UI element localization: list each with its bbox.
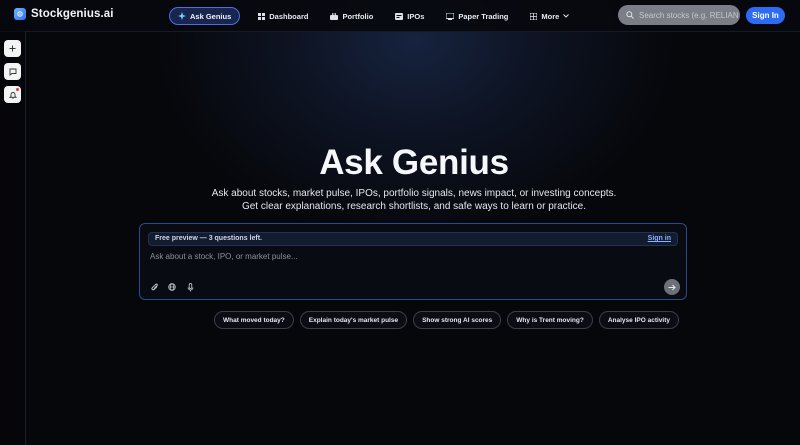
free-preview-banner: Free preview — 3 questions left. Sign in (148, 232, 678, 246)
nav-portfolio[interactable]: Portfolio (324, 8, 379, 24)
suggestion-chip[interactable]: Analyse IPO activity (598, 311, 679, 329)
page-title: Ask Genius (319, 143, 509, 182)
nav-paper-trading[interactable]: Paper Trading (440, 8, 514, 24)
chevron-down-icon (563, 14, 570, 18)
globe-icon (168, 283, 176, 291)
suggestion-chips: What moved today? Explain today's market… (214, 311, 679, 329)
send-button[interactable] (664, 279, 680, 295)
nav-more[interactable]: More (524, 8, 575, 24)
ipo-icon (395, 12, 404, 20)
notifications-button[interactable] (4, 86, 21, 103)
brain-logo-icon (14, 8, 26, 20)
search-icon (626, 11, 634, 19)
briefcase-icon (330, 12, 339, 20)
sign-in-button[interactable]: Sign In (746, 7, 785, 24)
monitor-icon (446, 12, 455, 20)
suggestion-chip[interactable]: Why is Trent moving? (507, 311, 593, 329)
new-chat-button[interactable] (4, 40, 21, 57)
ask-box: Free preview — 3 questions left. Sign in (139, 223, 687, 300)
search-input[interactable] (639, 10, 739, 20)
left-rail (0, 31, 26, 445)
attach-button[interactable] (150, 282, 160, 292)
apps-icon (530, 12, 538, 20)
chats-button[interactable] (4, 63, 21, 80)
grid-icon (258, 12, 266, 20)
brand[interactable]: Stockgenius.ai (14, 8, 114, 20)
nav-ipos[interactable]: IPOs (389, 8, 430, 24)
sparkle-icon (178, 12, 186, 20)
suggestion-chip[interactable]: What moved today? (214, 311, 294, 329)
bell-icon (8, 91, 17, 99)
nav-dashboard[interactable]: Dashboard (252, 8, 314, 24)
suggestion-chip[interactable]: Show strong AI scores (413, 311, 502, 329)
microphone-icon (187, 282, 193, 291)
ask-input[interactable] (150, 252, 650, 261)
nav-label: More (541, 11, 560, 21)
arrow-right-icon (668, 284, 676, 290)
notification-dot (16, 88, 19, 91)
preview-sign-in-link[interactable]: Sign in (648, 235, 671, 242)
top-navbar: Stockgenius.ai Ask Genius Dashboard Port… (0, 0, 800, 32)
page-subtitle: Ask about stocks, market pulse, IPOs, po… (211, 188, 617, 212)
preview-text: Free preview — 3 questions left. (155, 235, 262, 242)
web-search-button[interactable] (167, 282, 177, 292)
brand-name: Stockgenius.ai (31, 8, 114, 20)
plus-icon (9, 45, 16, 52)
suggestion-chip[interactable]: Explain today's market pulse (299, 311, 408, 329)
main-nav: Ask Genius Dashboard Portfolio IPOs Pape… (169, 7, 575, 25)
chat-icon (9, 68, 16, 76)
search-box[interactable] (618, 5, 740, 25)
nav-label: Portfolio (342, 11, 374, 21)
nav-label: Dashboard (269, 11, 309, 21)
nav-label: Paper Trading (458, 11, 509, 21)
nav-label: Ask Genius (190, 11, 232, 21)
paperclip-icon (151, 283, 158, 290)
nav-ask-genius[interactable]: Ask Genius (169, 7, 241, 25)
nav-label: IPOs (407, 11, 425, 21)
voice-button[interactable] (185, 282, 195, 292)
